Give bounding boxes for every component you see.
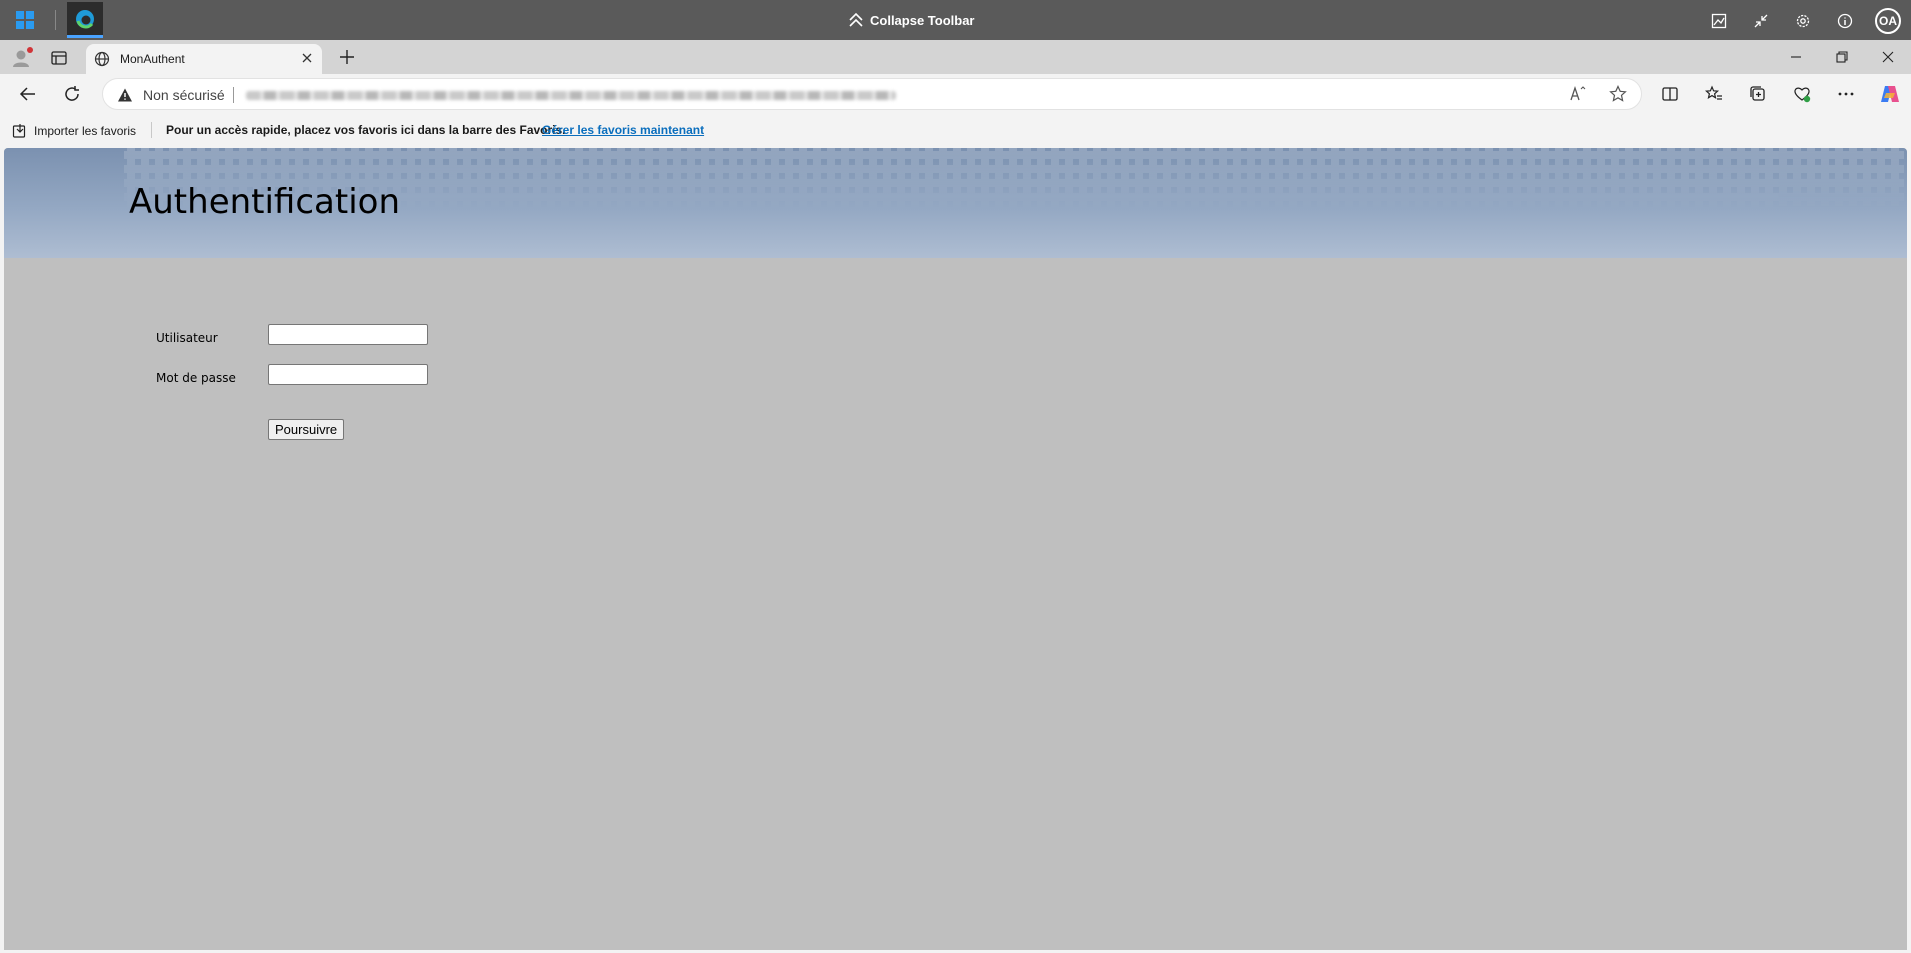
collections-icon [1750,86,1765,101]
new-tab-icon[interactable] [338,48,356,66]
import-icon [12,124,26,138]
close-tab-icon[interactable] [300,51,314,65]
copilot-button[interactable] [1878,82,1902,106]
import-favorites-label: Importer les favoris [34,124,137,138]
heart-pulse-icon [1794,87,1811,103]
tab-title: MonAuthent [120,52,185,66]
gear-icon [1796,14,1810,28]
split-screen-button[interactable] [1658,82,1682,106]
username-label: Utilisateur [156,331,218,345]
favorites-divider [151,122,152,138]
settings-button[interactable] [1791,9,1815,33]
double-chevron-up-icon [849,12,863,27]
address-divider [233,87,234,103]
refresh-icon[interactable] [62,84,82,104]
user-avatar[interactable]: OA [1875,8,1901,34]
image-icon [1711,13,1727,29]
favorites-button[interactable] [1702,82,1726,106]
ellipsis-icon [1838,92,1854,96]
screenshot-button[interactable] [1707,9,1731,33]
submit-button[interactable]: Poursuivre [268,419,345,440]
profile-icon[interactable] [10,46,34,70]
favorites-hint-text: Pour un accès rapide, placez vos favoris… [166,123,566,137]
page-viewport: Authentification Utilisateur Mot de pass… [4,148,1907,950]
minimize-window-button[interactable] [1749,9,1773,33]
info-icon [1837,13,1853,29]
collapse-toolbar-label: Collapse Toolbar [870,12,975,28]
remote-session-toolbar: Collapse Toolbar OA [0,0,1911,40]
favorites-bar: Importer les favoris Pour un accès rapid… [0,114,1911,146]
windows-start-icon[interactable] [16,11,34,29]
toolbar-divider [55,10,56,30]
browser-tab-strip: MonAuthent [0,40,1911,74]
tab-monauthent[interactable]: MonAuthent [86,44,322,74]
edge-icon [76,10,94,29]
favorite-star-icon[interactable] [1609,85,1627,103]
restore-icon [1836,51,1848,63]
manage-favorites-link[interactable]: Gérer les favoris maintenant [542,123,704,137]
import-favorites-button[interactable]: Importer les favoris [12,123,136,139]
url-text-redacted[interactable] [246,91,896,100]
username-input[interactable] [268,324,428,345]
tab-actions-icon[interactable] [49,48,69,68]
browser-essentials-button[interactable] [1790,82,1814,106]
password-input[interactable] [268,364,428,385]
shrink-arrows-icon [1754,14,1768,28]
back-arrow-icon[interactable] [18,84,38,104]
close-icon [1882,51,1894,63]
edge-taskbar-button[interactable] [67,2,103,38]
collapse-toolbar-button[interactable]: Collapse Toolbar [848,10,975,30]
copilot-icon [1881,86,1899,102]
split-screen-icon [1662,87,1678,101]
window-minimize-button[interactable] [1773,40,1819,74]
security-status[interactable]: Non sécurisé [143,87,225,103]
minimize-icon [1791,56,1801,58]
more-options-button[interactable] [1834,82,1858,106]
favorites-list-icon [1705,85,1722,100]
warning-icon[interactable] [117,87,133,103]
window-restore-button[interactable] [1819,40,1865,74]
page-title: Authentification [129,182,401,222]
globe-icon [94,51,110,67]
browser-toolbar: Non sécurisé [0,74,1911,114]
info-button[interactable] [1833,9,1857,33]
header-banner: Authentification [4,148,1907,258]
window-close-button[interactable] [1865,40,1911,74]
collections-button[interactable] [1746,82,1770,106]
password-label: Mot de passe [156,371,236,385]
read-aloud-icon[interactable] [1569,85,1587,103]
address-bar[interactable]: Non sécurisé [102,78,1642,110]
